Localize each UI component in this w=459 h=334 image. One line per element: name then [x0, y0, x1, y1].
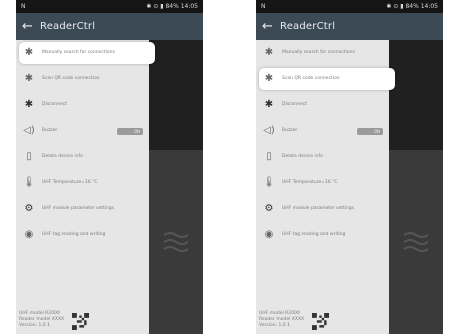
arrow-left-icon[interactable]: ←	[262, 20, 276, 33]
menu-item-scan-qr[interactable]: ✱ Scan QR code connection	[256, 66, 395, 92]
app-title: ReaderCtrl	[280, 21, 336, 32]
menu-item-manual-search[interactable]: ✱ Manually search for connections	[256, 40, 389, 66]
menu-label: UHF Temperature=16 °C	[42, 180, 98, 185]
qr-code-icon	[72, 313, 90, 330]
app-bar: ← ReaderCtrl	[256, 13, 443, 40]
tag-icon: ◉	[24, 229, 34, 240]
menu-label: Disconnect	[42, 102, 67, 107]
gear-icon: ⚙	[264, 203, 274, 214]
thermometer-icon: 🌡︎	[262, 177, 276, 188]
footer-line: Version: 1.0.1	[259, 323, 290, 328]
bluetooth-disconnect-icon: ✱	[264, 99, 274, 110]
bluetooth-disconnect-icon: ✱	[24, 99, 34, 110]
bluetooth-search-icon: ✱	[264, 47, 274, 58]
menu-label: Buzzer	[42, 128, 58, 133]
dimmed-background	[389, 40, 443, 150]
menu-item-temperature[interactable]: 🌡︎ UHF Temperature=16 °C	[16, 170, 149, 196]
menu-item-delete-info[interactable]: ▯ Delete device info	[256, 144, 389, 170]
status-bar: N ✱ ⊙ ▮ 84% 14:05	[16, 0, 203, 13]
bluetooth-qr-icon: ✱	[264, 73, 274, 84]
menu-label: Manually search for connections	[282, 50, 355, 55]
menu-item-delete-info[interactable]: ▯ Delete device info	[16, 144, 149, 170]
footer-line: Version: 1.0.1	[19, 323, 50, 328]
menu-label: Scan QR code connection	[282, 76, 340, 81]
app-title: ReaderCtrl	[40, 21, 96, 32]
menu-item-uhf-settings[interactable]: ⚙ UHF module parameter settings	[16, 196, 149, 222]
app-bar: ← ReaderCtrl	[16, 13, 203, 40]
dimmed-background	[149, 40, 203, 150]
menu-label: UHF tag reading and writing	[42, 232, 106, 237]
bluetooth-qr-icon: ✱	[24, 73, 34, 84]
status-left: N	[261, 3, 266, 10]
thermometer-icon: 🌡︎	[22, 177, 36, 188]
menu-label: Scan QR code connection	[42, 76, 100, 81]
menu-item-buzzer[interactable]: ◁) Buzzer ON	[256, 118, 389, 144]
gear-icon: ⚙	[24, 203, 34, 214]
document-icon: ▯	[266, 151, 272, 162]
menu-label: UHF module parameter settings	[282, 206, 355, 211]
menu-item-scan-qr[interactable]: ✱ Scan QR code connection	[16, 66, 149, 92]
wave-icon	[163, 232, 189, 252]
version-info: UHF model R2000 Reader model XXXX Versio…	[19, 311, 64, 330]
status-right: ✱ ⊙ ▮ 84% 14:05	[386, 3, 438, 10]
status-right: ✱ ⊙ ▮ 84% 14:05	[146, 3, 198, 10]
speaker-icon: ◁)	[263, 125, 275, 136]
menu-item-manual-search[interactable]: ✱ Manually search for connections	[16, 40, 155, 66]
menu-label: Delete device info	[282, 154, 323, 159]
menu-label: Buzzer	[282, 128, 298, 133]
menu-label: UHF tag reading and writing	[282, 232, 346, 237]
menu-item-tag-rw[interactable]: ◉ UHF tag reading and writing	[16, 222, 149, 248]
menu-label: UHF module parameter settings	[42, 206, 115, 211]
status-bar: N ✱ ⊙ ▮ 84% 14:05	[256, 0, 443, 13]
menu-item-buzzer[interactable]: ◁) Buzzer ON	[16, 118, 149, 144]
menu-item-tag-rw[interactable]: ◉ UHF tag reading and writing	[256, 222, 389, 248]
qr-code-icon	[312, 313, 330, 330]
document-icon: ▯	[26, 151, 32, 162]
wave-icon	[403, 232, 429, 252]
navigation-drawer: ✱ Manually search for connections ✱ Scan…	[256, 40, 395, 334]
menu-label: Manually search for connections	[42, 50, 115, 55]
buzzer-toggle[interactable]: ON	[117, 127, 143, 135]
drawer-footer: UHF model R2000 Reader model XXXX Versio…	[19, 311, 147, 330]
tag-icon: ◉	[264, 229, 274, 240]
menu-label: UHF Temperature=16 °C	[282, 180, 338, 185]
phone-screenshot-left: N ✱ ⊙ ▮ 84% 14:05 ← ReaderCtrl ✱ Manuall…	[16, 0, 203, 334]
buzzer-toggle[interactable]: ON	[357, 127, 383, 135]
arrow-left-icon[interactable]: ←	[22, 20, 36, 33]
content-area: ✱ Manually search for connections ✱ Scan…	[256, 40, 443, 334]
menu-label: Delete device info	[42, 154, 83, 159]
menu-item-uhf-settings[interactable]: ⚙ UHF module parameter settings	[256, 196, 389, 222]
menu-label: Disconnect	[282, 102, 307, 107]
status-left: N	[21, 3, 26, 10]
speaker-icon: ◁)	[23, 125, 35, 136]
phone-screenshot-right: N ✱ ⊙ ▮ 84% 14:05 ← ReaderCtrl ✱ Manuall…	[256, 0, 443, 334]
bluetooth-search-icon: ✱	[24, 47, 34, 58]
version-info: UHF model R2000 Reader model XXXX Versio…	[259, 311, 304, 330]
navigation-drawer: ✱ Manually search for connections ✱ Scan…	[16, 40, 155, 334]
menu-item-disconnect[interactable]: ✱ Disconnect	[256, 92, 389, 118]
content-area: ✱ Manually search for connections ✱ Scan…	[16, 40, 203, 334]
menu-item-temperature[interactable]: 🌡︎ UHF Temperature=16 °C	[256, 170, 389, 196]
drawer-footer: UHF model R2000 Reader model XXXX Versio…	[259, 311, 387, 330]
menu-item-disconnect[interactable]: ✱ Disconnect	[16, 92, 149, 118]
